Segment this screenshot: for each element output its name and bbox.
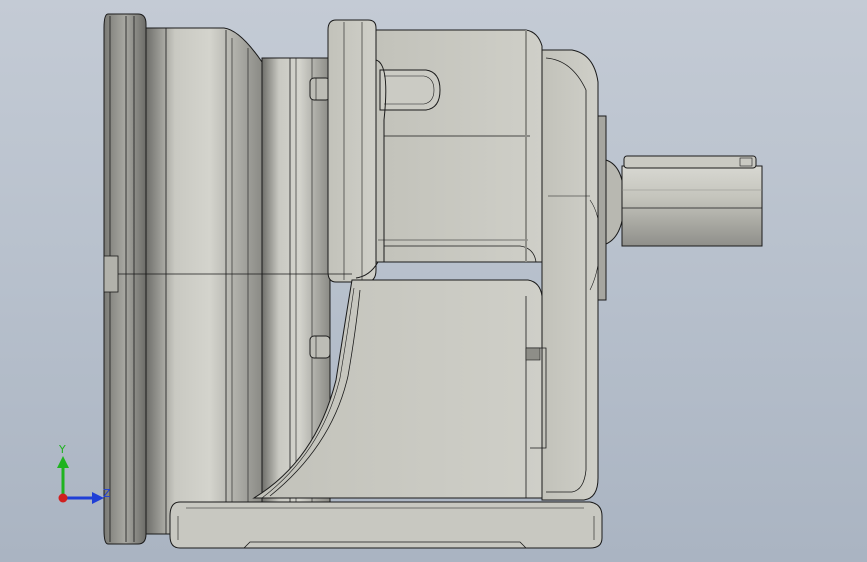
gearbox-end-cover xyxy=(541,49,601,501)
triad-y-label: Y xyxy=(59,443,66,456)
triad-y-arrow xyxy=(57,456,69,468)
output-bearing-collar xyxy=(597,115,625,301)
flange-bolt-top xyxy=(309,77,331,101)
output-shaft xyxy=(621,165,763,247)
motor-end-cap xyxy=(103,13,147,545)
triad-x-origin xyxy=(58,493,68,503)
gearbox-housing xyxy=(375,29,543,263)
housing-top-boss xyxy=(379,69,441,111)
graphics-viewport[interactable]: Y Z xyxy=(0,0,867,562)
base-foot-plate xyxy=(169,501,603,549)
gearbox-input-flange xyxy=(327,19,377,283)
flange-bolt-bottom xyxy=(309,335,331,359)
shaft-key xyxy=(623,155,757,169)
triad-z-label: Z xyxy=(103,487,111,500)
motor-body xyxy=(145,27,263,535)
gear-motor-model[interactable] xyxy=(0,0,867,562)
coordinate-triad xyxy=(57,456,104,504)
